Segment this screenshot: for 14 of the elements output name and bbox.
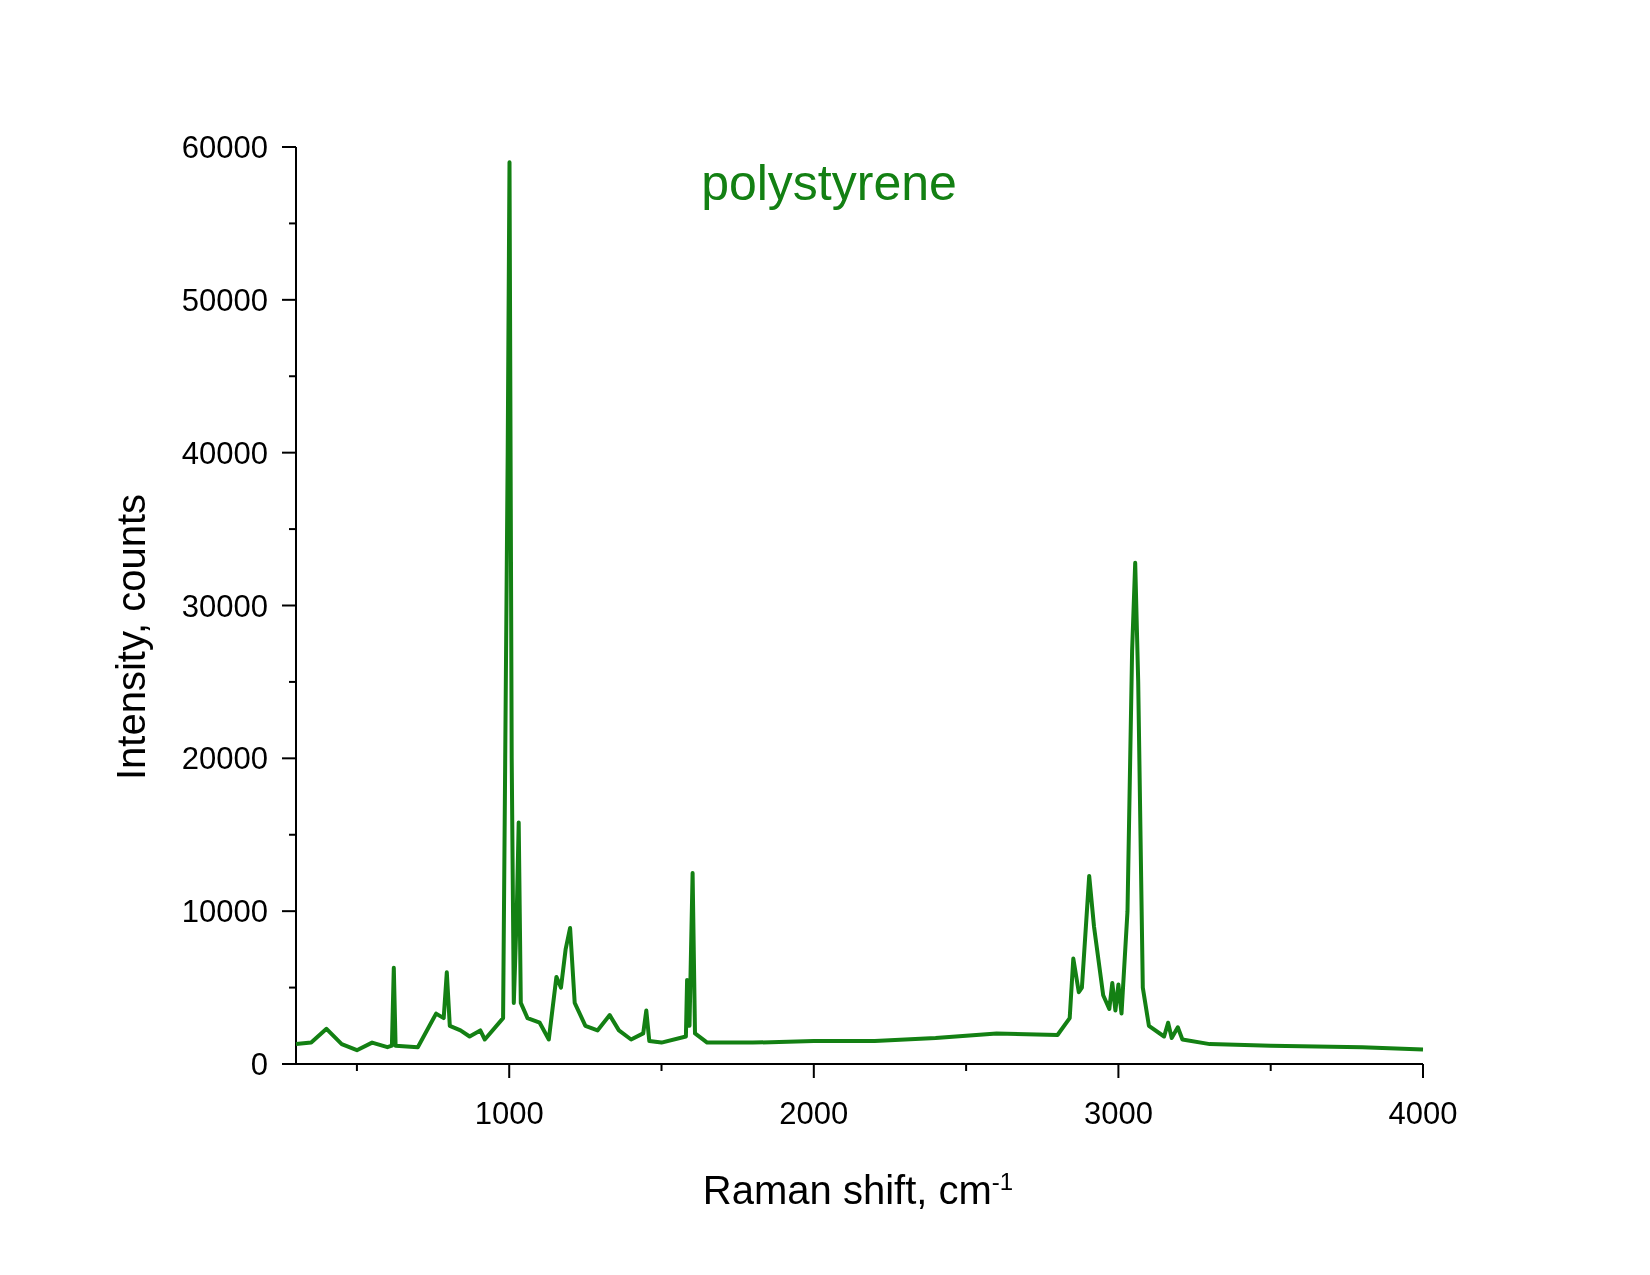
y-tick-label: 60000 <box>181 130 268 165</box>
y-tick-label: 20000 <box>181 741 268 777</box>
x-tick-label: 1000 <box>474 1096 544 1131</box>
chart-title: polystyrene <box>701 155 957 211</box>
y-tick-label: 30000 <box>181 588 268 624</box>
y-tick-label: 40000 <box>181 435 268 471</box>
x-tick-label: 4000 <box>1388 1096 1458 1131</box>
y-tick-label: 0 <box>250 1047 268 1082</box>
y-tick-label: 50000 <box>181 282 268 318</box>
x-tick-label: 3000 <box>1083 1096 1153 1131</box>
y-axis-title: Intensity, counts <box>109 493 153 781</box>
x-tick-label: 2000 <box>779 1096 849 1131</box>
x-axis-title: Raman shift, cm$^{-1}$ <box>702 1168 1014 1214</box>
y-tick-label: 10000 <box>181 894 268 930</box>
